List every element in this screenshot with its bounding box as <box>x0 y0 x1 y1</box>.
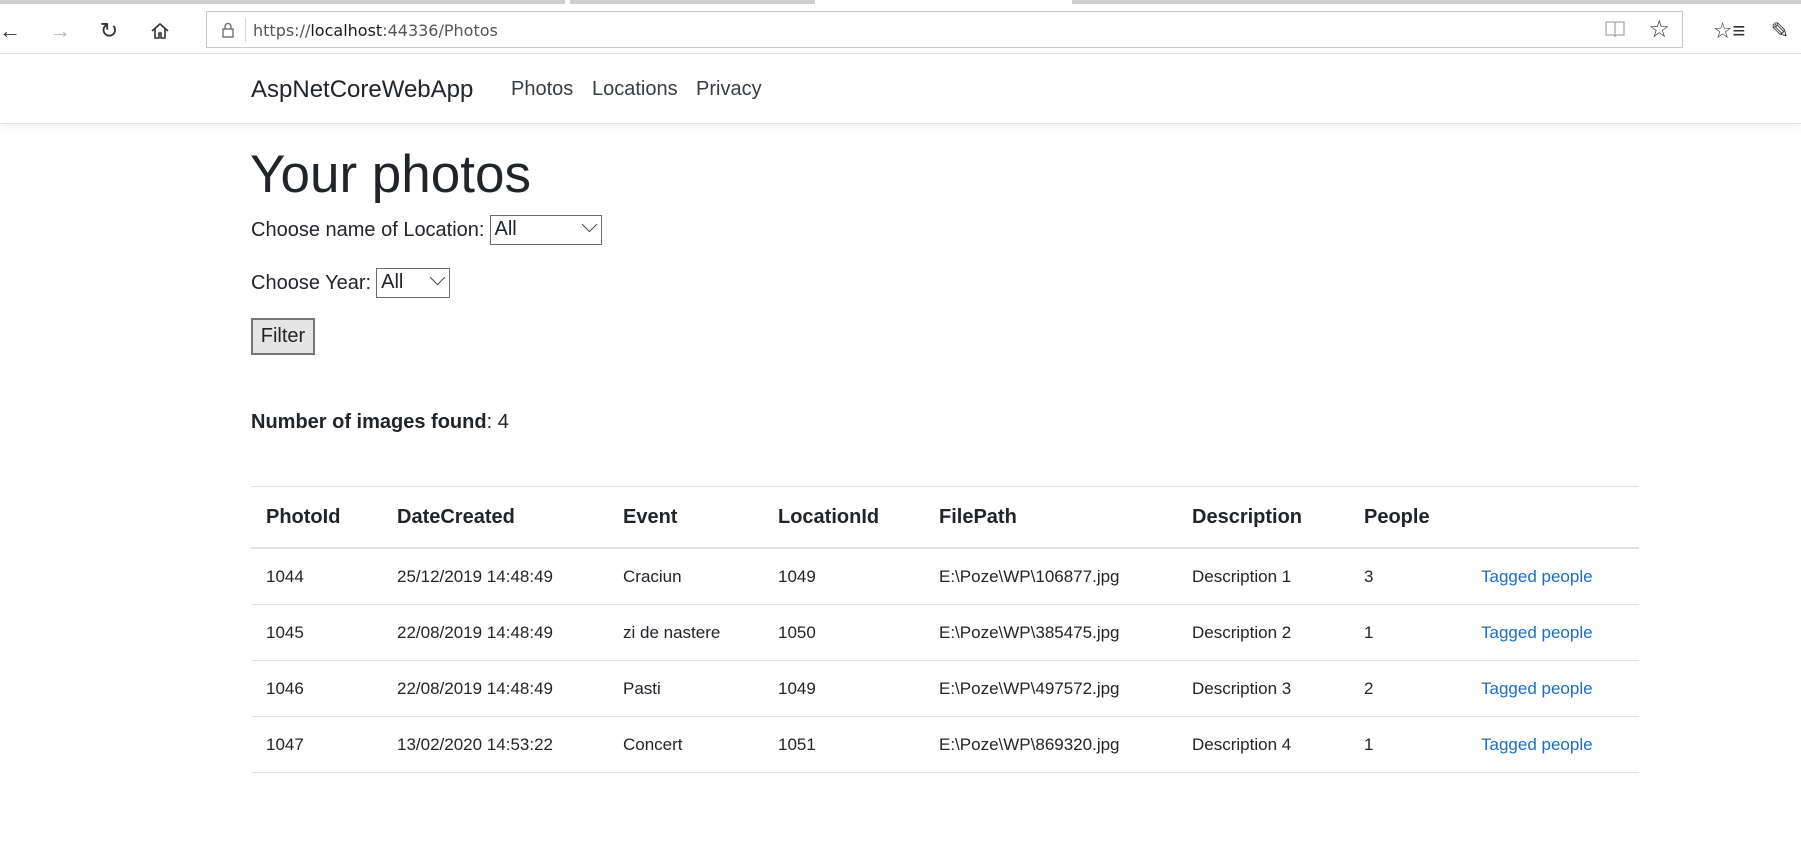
browser-toolbar: ← → ↻ https://localhost:44336/Photos ☆ ☆… <box>0 8 1801 54</box>
cell-location-id: 1051 <box>763 716 924 773</box>
cell-people: 3 <box>1349 548 1466 605</box>
address-divider <box>245 18 246 42</box>
lock-icon <box>222 22 234 38</box>
tab-segment[interactable] <box>570 0 815 4</box>
nav-link-photos[interactable]: Photos <box>511 78 573 101</box>
cell-event: Pasti <box>608 660 763 717</box>
location-filter-row: Choose name of Location: All <box>251 215 602 245</box>
year-select[interactable]: All <box>376 268 451 298</box>
column-header: PhotoId <box>251 486 382 549</box>
back-arrow-icon[interactable]: ← <box>0 14 30 48</box>
tagged-people-link[interactable]: Tagged people <box>1481 679 1593 698</box>
nav-link-privacy[interactable]: Privacy <box>696 78 762 101</box>
favorite-star-icon[interactable]: ☆ <box>1648 15 1670 44</box>
cell-file-path: E:\Poze\WP\497572.jpg <box>924 660 1177 717</box>
tagged-people-link[interactable]: Tagged people <box>1481 735 1593 754</box>
tab-segment[interactable] <box>1072 0 1801 4</box>
cell-action: Tagged people <box>1466 716 1639 773</box>
cell-description: Description 4 <box>1177 716 1349 773</box>
cell-action: Tagged people <box>1466 604 1639 661</box>
tagged-people-link[interactable]: Tagged people <box>1481 567 1593 586</box>
table-row: 1046 22/08/2019 14:48:49 Pasti 1049 E:\P… <box>251 660 1639 717</box>
cell-file-path: E:\Poze\WP\869320.jpg <box>924 716 1177 773</box>
image-count-value: : 4 <box>486 411 509 433</box>
image-count: Number of images found: 4 <box>251 411 509 434</box>
forward-arrow-icon[interactable]: → <box>40 14 80 48</box>
cell-people: 1 <box>1349 716 1466 773</box>
tab-strip <box>0 0 1801 8</box>
year-label: Choose Year: <box>251 271 372 294</box>
url-path: :44336/Photos <box>382 21 498 40</box>
cell-file-path: E:\Poze\WP\385475.jpg <box>924 604 1177 661</box>
column-header: DateCreated <box>382 486 608 549</box>
column-header: Description <box>1177 486 1349 549</box>
cell-date-created: 13/02/2020 14:53:22 <box>382 716 608 773</box>
cell-event: Concert <box>608 716 763 773</box>
cell-action: Tagged people <box>1466 660 1639 717</box>
url-host: localhost <box>310 21 383 40</box>
cell-photo-id: 1046 <box>251 660 382 717</box>
year-filter-row: Choose Year: All <box>251 268 451 298</box>
cell-event: zi de nastere <box>608 604 763 661</box>
filter-button[interactable]: Filter <box>251 318 315 355</box>
chevron-down-icon <box>429 269 446 286</box>
column-header <box>1466 486 1639 549</box>
cell-date-created: 22/08/2019 14:48:49 <box>382 604 608 661</box>
site-navbar: AspNetCoreWebApp Photos Locations Privac… <box>0 54 1801 124</box>
cell-location-id: 1049 <box>763 548 924 605</box>
cell-date-created: 25/12/2019 14:48:49 <box>382 548 608 605</box>
table-row: 1044 25/12/2019 14:48:49 Craciun 1049 E:… <box>251 548 1639 605</box>
pen-icon[interactable]: ✎ <box>1762 14 1798 48</box>
column-header: LocationId <box>763 486 924 549</box>
table-row: 1045 22/08/2019 14:48:49 zi de nastere 1… <box>251 604 1639 661</box>
cell-photo-id: 1044 <box>251 548 382 605</box>
table-header-row: PhotoId DateCreated Event LocationId Fil… <box>251 486 1639 549</box>
page-title: Your photos <box>250 145 531 204</box>
url-scheme: https:// <box>253 21 311 40</box>
cell-photo-id: 1047 <box>251 716 382 773</box>
table-row: 1047 13/02/2020 14:53:22 Concert 1051 E:… <box>251 716 1639 773</box>
cell-location-id: 1050 <box>763 604 924 661</box>
location-label: Choose name of Location: <box>251 218 485 241</box>
location-select-value: All <box>494 218 517 240</box>
cell-action: Tagged people <box>1466 548 1639 605</box>
cell-location-id: 1049 <box>763 660 924 717</box>
cell-photo-id: 1045 <box>251 604 382 661</box>
brand-link[interactable]: AspNetCoreWebApp <box>251 76 473 104</box>
cell-file-path: E:\Poze\WP\106877.jpg <box>924 548 1177 605</box>
address-bar[interactable]: https://localhost:44336/Photos ☆ <box>206 11 1683 48</box>
url-text[interactable]: https://localhost:44336/Photos <box>253 21 498 40</box>
cell-people: 1 <box>1349 604 1466 661</box>
cell-description: Description 1 <box>1177 548 1349 605</box>
cell-date-created: 22/08/2019 14:48:49 <box>382 660 608 717</box>
column-header: Event <box>608 486 763 549</box>
refresh-icon[interactable]: ↻ <box>89 14 129 48</box>
home-icon[interactable] <box>140 14 180 48</box>
cell-description: Description 2 <box>1177 604 1349 661</box>
column-header: People <box>1349 486 1466 549</box>
cell-event: Craciun <box>608 548 763 605</box>
image-count-label: Number of images found <box>251 411 487 433</box>
cell-description: Description 3 <box>1177 660 1349 717</box>
photos-table: PhotoId DateCreated Event LocationId Fil… <box>251 486 1639 773</box>
favorites-list-icon[interactable]: ☆≡ <box>1711 14 1747 48</box>
cell-people: 2 <box>1349 660 1466 717</box>
year-select-value: All <box>381 271 404 293</box>
tagged-people-link[interactable]: Tagged people <box>1481 623 1593 642</box>
tab-segment[interactable] <box>0 0 565 4</box>
column-header: FilePath <box>924 486 1177 549</box>
reading-view-icon[interactable] <box>1604 19 1626 41</box>
location-select[interactable]: All <box>489 215 602 245</box>
chevron-down-icon <box>581 216 597 233</box>
nav-link-locations[interactable]: Locations <box>592 78 678 101</box>
